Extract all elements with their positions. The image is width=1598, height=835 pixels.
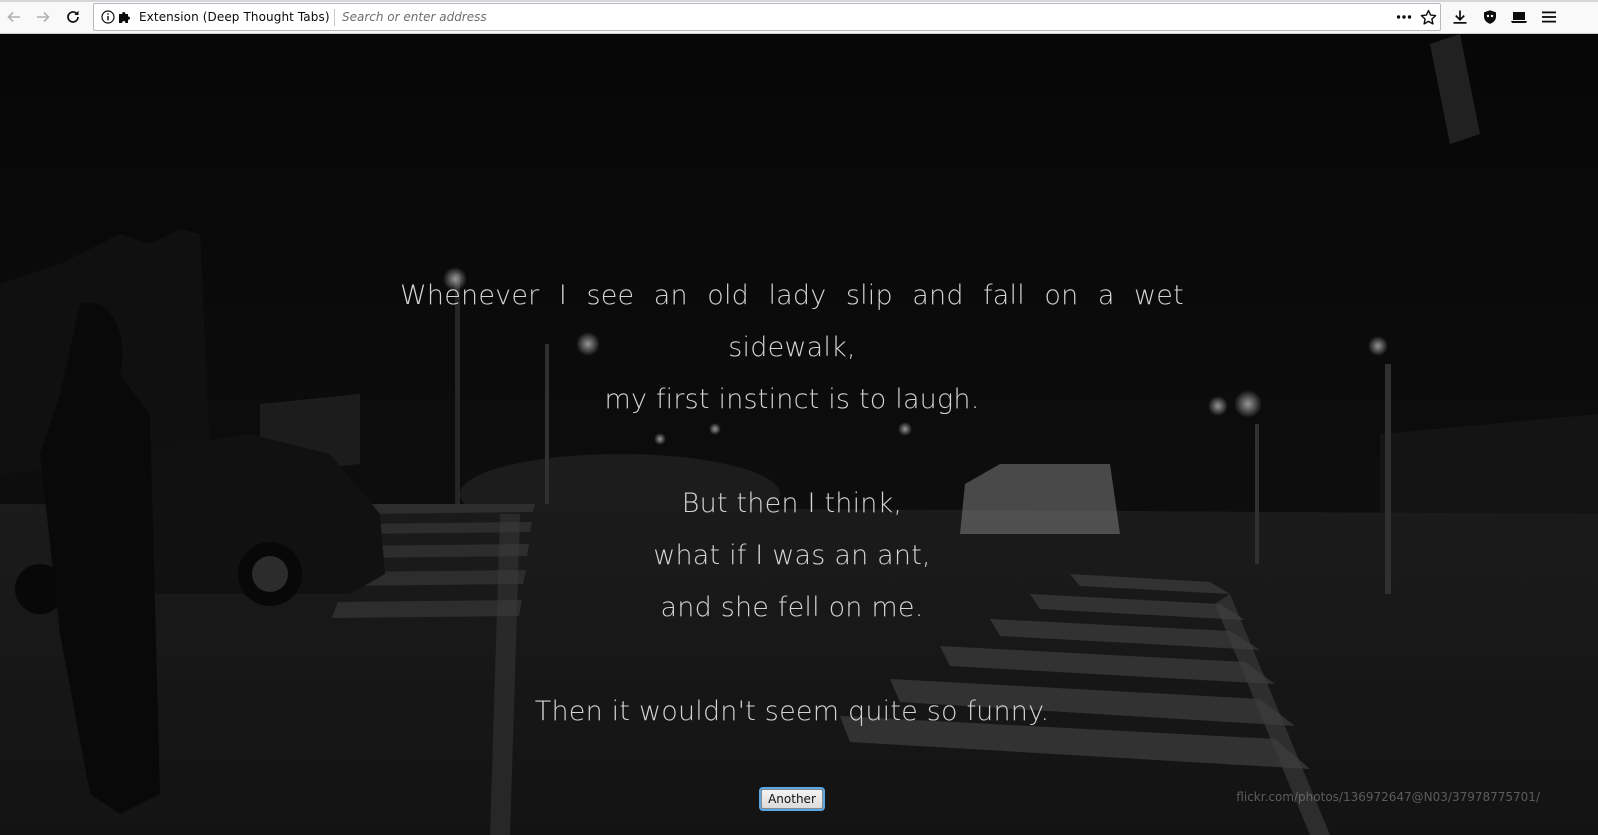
sync-tabs-button[interactable] — [1507, 4, 1531, 30]
quote-word: on — [1044, 280, 1079, 311]
arrow-left-icon — [7, 11, 20, 23]
reload-icon — [67, 10, 79, 23]
photo-credit[interactable]: flickr.com/photos/136972647@N03/37978775… — [1236, 790, 1540, 804]
browser-toolbar: Extension (Deep Thought Tabs) — [0, 0, 1598, 34]
quote-word: and — [912, 280, 964, 311]
puzzle-piece-icon — [119, 12, 130, 23]
quote-line-3: my first instinct is to laugh. — [604, 384, 980, 415]
quote-word: fall — [983, 280, 1025, 311]
quote-word: wet — [1134, 280, 1184, 311]
quote-line-4: But then I think, — [681, 488, 903, 519]
download-icon — [1453, 10, 1467, 24]
page-actions-button[interactable] — [1394, 8, 1414, 26]
identity-label[interactable]: Extension (Deep Thought Tabs) — [139, 10, 330, 24]
quote-line-2: sidewalk, — [728, 332, 856, 363]
quote-word: a — [1097, 280, 1115, 311]
shield-icon — [1484, 10, 1496, 24]
address-input[interactable] — [342, 7, 1382, 27]
downloads-button[interactable] — [1448, 4, 1472, 30]
new-tab-page: Whenever Isee an old lady slip and fall on a wet s… — [0, 34, 1598, 835]
back-button[interactable] — [2, 4, 26, 30]
quote-gap — [400, 634, 1184, 686]
quote-line-5: what if I was an ant, — [653, 540, 931, 571]
quote-word: lady — [768, 280, 827, 311]
identity-separator — [334, 9, 335, 26]
extension-shield-button[interactable] — [1478, 4, 1502, 30]
another-button[interactable]: Another — [761, 789, 823, 809]
quote-text: Whenever Isee an old lady slip and fall on a wet s… — [400, 270, 1184, 738]
quote-word: Whenever — [400, 280, 540, 311]
forward-button[interactable] — [31, 4, 55, 30]
quote-word: I — [558, 280, 568, 311]
quote-line-7: Then it wouldn't seem quite so funny. — [534, 696, 1050, 727]
arrow-right-icon — [37, 11, 50, 23]
quote-line-6: and she fell on me. — [660, 592, 924, 623]
hamburger-menu-icon — [1542, 11, 1556, 23]
tab-strip-edge — [0, 0, 1598, 2]
quote-word: an — [653, 280, 688, 311]
reload-button[interactable] — [61, 4, 85, 30]
quote-word: old — [707, 280, 750, 311]
star-icon — [1420, 9, 1436, 25]
quote-gap — [400, 426, 1184, 478]
quote-word: slip — [845, 280, 893, 311]
info-icon[interactable] — [101, 10, 115, 24]
laptop-icon — [1511, 12, 1527, 23]
quote-word: see — [586, 280, 635, 311]
bookmark-star-button[interactable] — [1418, 8, 1438, 26]
quote-line-1: Whenever Isee an old lady slip and fall on a wet — [400, 270, 1184, 322]
more-horizontal-icon — [1396, 15, 1412, 19]
address-bar[interactable]: Extension (Deep Thought Tabs) — [93, 3, 1441, 31]
menu-button[interactable] — [1537, 4, 1561, 30]
